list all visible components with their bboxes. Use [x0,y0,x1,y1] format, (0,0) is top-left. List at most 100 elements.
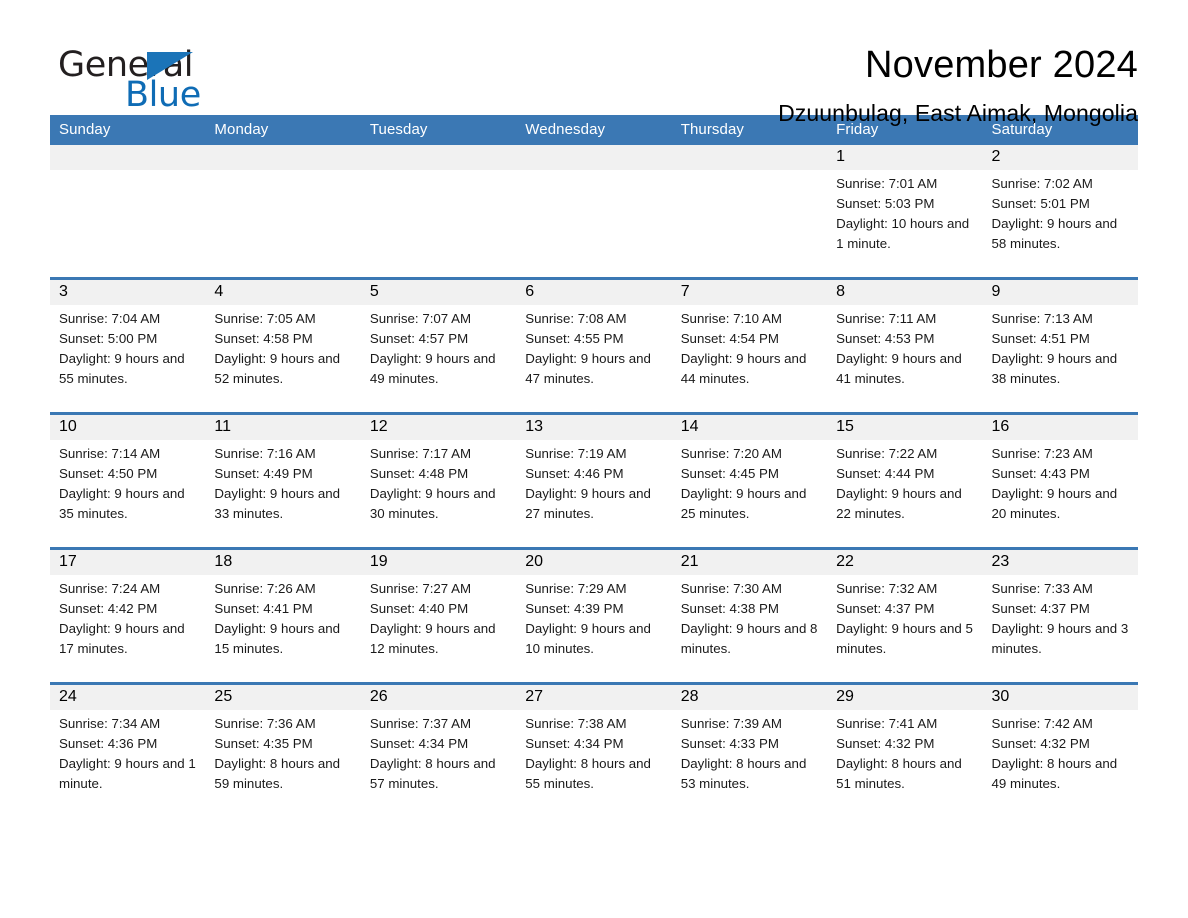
generalblue-logo[interactable]: General Blue [50,46,240,116]
day-number: 7 [671,280,828,306]
calendar-day-cell[interactable]: 4 Sunrise: 7:05 AM Sunset: 4:58 PM Daylight… [205,277,361,414]
calendar-day-cell[interactable]: 8 Sunrise: 7:11 AM Sunset: 4:53 PM Daylight… [827,277,983,414]
day-number: 15 [827,415,983,441]
calendar-day-cell[interactable]: 20 Sunrise: 7:29 AM Sunset: 4:39 PM Dayligh… [516,547,672,684]
sunrise-text: Sunrise: 7:10 AM [680,311,782,327]
sunset-text: Sunset: 4:32 PM [991,736,1090,752]
calendar-day-cell[interactable]: 16 Sunrise: 7:23 AM Sunset: 4:43 PM Dayligh… [982,412,1138,549]
daylight-text: Daylight: 9 hours and 58 minutes. [991,216,1118,252]
calendar-day-cell[interactable]: 21 Sunrise: 7:30 AM Sunset: 4:38 PM Dayligh… [671,547,828,684]
calendar-day-cell[interactable]: 23 Sunrise: 7:33 AM Sunset: 4:37 PM Dayligh… [982,547,1138,684]
calendar-day-cell[interactable]: 5 Sunrise: 7:07 AM Sunset: 4:57 PM Daylight… [360,277,517,414]
sunset-text: Sunset: 4:39 PM [525,601,624,617]
calendar-day-cell[interactable]: 3 Sunrise: 7:04 AM Sunset: 5:00 PM Daylight… [50,277,206,414]
calendar-day-cell[interactable]: 11 Sunrise: 7:16 AM Sunset: 4:49 PM Dayligh… [205,412,361,549]
day-details: Sunrise: 7:32 AM Sunset: 4:37 PM Daylight:… [827,575,982,659]
calendar-day-cell-empty [671,145,828,279]
day-details: Sunrise: 7:42 AM Sunset: 4:32 PM Daylight:… [983,710,1138,794]
calendar-day-cell[interactable]: 12 Sunrise: 7:17 AM Sunset: 4:48 PM Dayligh… [360,412,517,549]
calendar-day-cell[interactable]: 28 Sunrise: 7:39 AM Sunset: 4:33 PM Dayligh… [671,682,828,817]
calendar-day-cell[interactable]: 17 Sunrise: 7:24 AM Sunset: 4:42 PM Dayligh… [50,547,206,684]
day-details: Sunrise: 7:11 AM Sunset: 4:53 PM Daylight:… [827,305,982,389]
sunset-text: Sunset: 4:46 PM [525,466,624,482]
calendar-day-cell[interactable]: 2 Sunrise: 7:02 AM Sunset: 5:01 PM Daylight… [982,145,1138,279]
day-number: 6 [516,280,672,306]
daylight-text: Daylight: 10 hours and 1 minute. [836,216,970,252]
day-number: 11 [205,415,361,441]
sunrise-text: Sunrise: 7:19 AM [525,446,627,462]
sunrise-text: Sunrise: 7:24 AM [59,581,161,597]
sunset-text: Sunset: 4:45 PM [680,466,779,482]
sunset-text: Sunset: 4:58 PM [214,331,313,347]
day-number: 5 [360,280,517,306]
day-details: Sunrise: 7:10 AM Sunset: 4:54 PM Daylight:… [672,305,827,389]
calendar-day-cell[interactable]: 25 Sunrise: 7:36 AM Sunset: 4:35 PM Dayligh… [205,682,361,817]
calendar-week-row: 17 Sunrise: 7:24 AM Sunset: 4:42 PM Dayligh… [50,547,1138,684]
calendar-day-cell[interactable]: 24 Sunrise: 7:34 AM Sunset: 4:36 PM Dayligh… [50,682,206,817]
day-details: Sunrise: 7:30 AM Sunset: 4:38 PM Daylight:… [672,575,827,659]
day-cell-content: 21 Sunrise: 7:30 AM Sunset: 4:38 PM Dayligh… [671,550,828,682]
calendar-day-cell[interactable]: 10 Sunrise: 7:14 AM Sunset: 4:50 PM Dayligh… [50,412,206,549]
day-number [360,145,517,171]
day-details: Sunrise: 7:02 AM Sunset: 5:01 PM Daylight:… [983,170,1138,254]
day-details: Sunrise: 7:37 AM Sunset: 4:34 PM Daylight:… [361,710,516,794]
daylight-text: Daylight: 9 hours and 52 minutes. [214,351,341,387]
sunset-text: Sunset: 4:36 PM [59,736,158,752]
page-title: November 2024 [865,44,1138,86]
sunrise-text: Sunrise: 7:22 AM [836,446,938,462]
sunrise-text: Sunrise: 7:07 AM [369,311,472,327]
daylight-text: Daylight: 9 hours and 22 minutes. [836,486,962,522]
day-cell-content: 14 Sunrise: 7:20 AM Sunset: 4:45 PM Dayligh… [671,415,828,547]
sunset-text: Sunset: 4:40 PM [369,601,469,617]
day-number: 23 [982,550,1138,576]
day-details: Sunrise: 7:20 AM Sunset: 4:45 PM Daylight:… [672,440,827,524]
day-details: Sunrise: 7:17 AM Sunset: 4:48 PM Daylight:… [361,440,516,524]
daylight-text: Daylight: 9 hours and 33 minutes. [214,486,341,522]
day-details: Sunrise: 7:05 AM Sunset: 4:58 PM Daylight:… [205,305,360,389]
day-details: Sunrise: 7:36 AM Sunset: 4:35 PM Daylight:… [205,710,360,794]
calendar-day-cell[interactable]: 13 Sunrise: 7:19 AM Sunset: 4:46 PM Dayligh… [516,412,672,549]
sunset-text: Sunset: 4:44 PM [836,466,935,482]
day-number: 4 [205,280,361,306]
sunrise-text: Sunrise: 7:17 AM [369,446,472,462]
calendar-day-cell[interactable]: 19 Sunrise: 7:27 AM Sunset: 4:40 PM Dayligh… [360,547,517,684]
day-cell-content: 30 Sunrise: 7:42 AM Sunset: 4:32 PM Dayligh… [982,685,1138,817]
sunrise-text: Sunrise: 7:27 AM [369,581,472,597]
calendar-day-cell-empty [360,145,517,279]
sunset-text: Sunset: 4:32 PM [836,736,935,752]
calendar-day-cell[interactable]: 1 Sunrise: 7:01 AM Sunset: 5:03 PM Daylight… [827,145,983,279]
calendar-week-row: 3 Sunrise: 7:04 AM Sunset: 5:00 PM Daylight… [50,277,1138,414]
day-number [516,145,672,171]
daylight-text: Daylight: 9 hours and 47 minutes. [525,351,651,387]
daylight-text: Daylight: 8 hours and 53 minutes. [680,756,807,792]
daylight-text: Daylight: 8 hours and 57 minutes. [369,756,496,792]
day-number: 14 [671,415,828,441]
day-number: 25 [205,685,361,711]
daylight-text: Daylight: 9 hours and 15 minutes. [214,621,341,657]
day-details: Sunrise: 7:19 AM Sunset: 4:46 PM Daylight:… [516,440,671,524]
calendar-day-cell[interactable]: 6 Sunrise: 7:08 AM Sunset: 4:55 PM Daylight… [516,277,672,414]
calendar-day-cell[interactable]: 27 Sunrise: 7:38 AM Sunset: 4:34 PM Dayligh… [516,682,672,817]
day-cell-content: 29 Sunrise: 7:41 AM Sunset: 4:32 PM Dayligh… [827,685,983,817]
calendar-day-cell[interactable]: 18 Sunrise: 7:26 AM Sunset: 4:41 PM Dayligh… [205,547,361,684]
day-details: Sunrise: 7:23 AM Sunset: 4:43 PM Daylight:… [983,440,1138,524]
day-number: 20 [516,550,672,576]
day-number: 16 [982,415,1138,441]
calendar-day-cell-empty [205,145,361,279]
sunrise-text: Sunrise: 7:14 AM [59,446,161,462]
calendar-day-cell-empty [50,145,206,279]
calendar-day-cell[interactable]: 15 Sunrise: 7:22 AM Sunset: 4:44 PM Dayligh… [827,412,983,549]
calendar-day-cell[interactable]: 22 Sunrise: 7:32 AM Sunset: 4:37 PM Dayligh… [827,547,983,684]
sunset-text: Sunset: 4:34 PM [525,736,624,752]
sunset-text: Sunset: 4:38 PM [680,601,779,617]
day-cell-content: 7 Sunrise: 7:10 AM Sunset: 4:54 PM Daylight… [671,280,828,412]
calendar-day-cell[interactable]: 14 Sunrise: 7:20 AM Sunset: 4:45 PM Dayligh… [671,412,828,549]
page-subtitle: Dzuunbulag, East Aimak, Mongolia [778,99,1138,126]
calendar-day-cell[interactable]: 29 Sunrise: 7:41 AM Sunset: 4:32 PM Dayligh… [827,682,983,817]
calendar-day-cell[interactable]: 7 Sunrise: 7:10 AM Sunset: 4:54 PM Daylight… [671,277,828,414]
calendar-day-cell[interactable]: 30 Sunrise: 7:42 AM Sunset: 4:32 PM Dayligh… [982,682,1138,817]
calendar-day-cell[interactable]: 26 Sunrise: 7:37 AM Sunset: 4:34 PM Dayligh… [360,682,517,817]
sunrise-text: Sunrise: 7:05 AM [214,311,316,327]
day-details: Sunrise: 7:04 AM Sunset: 5:00 PM Daylight:… [50,305,205,389]
calendar-day-cell[interactable]: 9 Sunrise: 7:13 AM Sunset: 4:51 PM Daylight… [982,277,1138,414]
